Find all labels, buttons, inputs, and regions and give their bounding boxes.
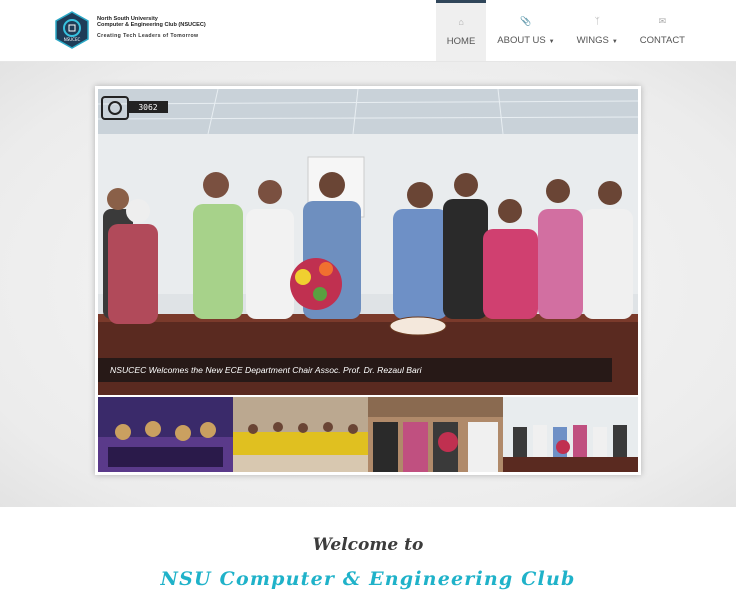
branch-icon: ᛉ bbox=[594, 15, 600, 26]
slide-image[interactable]: 3062 NSUCEC Welcomes the New ECE Departm… bbox=[98, 89, 638, 395]
logo-tagline: Creating Tech Leaders of Tomorrow bbox=[97, 33, 199, 39]
paperclip-icon: 📎 bbox=[520, 15, 532, 26]
nav-home-label: HOME bbox=[446, 36, 476, 47]
nav-about-us[interactable]: 📎 ABOUT US ▼ bbox=[486, 0, 565, 61]
caret-down-icon: ▼ bbox=[611, 38, 618, 45]
slider-thumbnail[interactable] bbox=[98, 397, 233, 472]
slider-thumbnails bbox=[98, 397, 638, 472]
nav-about-us-label: ABOUT US bbox=[497, 34, 546, 46]
slide-caption: NSUCEC Welcomes the New ECE Department C… bbox=[98, 358, 612, 382]
main-nav: ⌂ HOME 📎 ABOUT US ▼ ᛉ WINGS ▼ ✉ CONTACT bbox=[435, 0, 696, 61]
nav-contact-label: CONTACT bbox=[639, 34, 685, 46]
thumbnail-image-3 bbox=[368, 397, 503, 472]
slider-thumbnail[interactable] bbox=[233, 397, 368, 472]
nav-contact[interactable]: ✉ CONTACT bbox=[629, 0, 696, 61]
camera-badge-text: 3062 bbox=[138, 103, 157, 112]
thumbnail-image-4 bbox=[503, 397, 638, 472]
thumbnail-image-1 bbox=[98, 397, 233, 472]
welcome-heading: Welcome to bbox=[312, 535, 424, 555]
nav-wings[interactable]: ᛉ WINGS ▼ bbox=[566, 0, 629, 61]
nav-wings-label: WINGS bbox=[576, 34, 609, 46]
nsucec-logo-icon: NSUCEC bbox=[55, 11, 89, 49]
nav-home[interactable]: ⌂ HOME bbox=[435, 0, 487, 61]
home-icon: ⌂ bbox=[458, 17, 464, 27]
logo-line-2: Computer & Engineering Club (NSUCEC) bbox=[97, 22, 206, 29]
image-slider[interactable]: 3062 NSUCEC Welcomes the New ECE Departm… bbox=[95, 86, 641, 475]
logo-badge-text: NSUCEC bbox=[64, 37, 81, 42]
thumbnail-image-2 bbox=[233, 397, 368, 472]
slider-thumbnail[interactable] bbox=[368, 397, 503, 472]
slider-thumbnail[interactable] bbox=[503, 397, 638, 472]
caret-down-icon: ▼ bbox=[548, 38, 555, 45]
site-logo[interactable]: NSUCEC North South University Computer &… bbox=[53, 11, 223, 51]
envelope-icon: ✉ bbox=[658, 15, 667, 26]
site-header: NSUCEC North South University Computer &… bbox=[0, 0, 736, 62]
group-photo-illustration: 3062 bbox=[98, 89, 638, 395]
club-name-heading: NSU Computer & Engineering Club bbox=[160, 568, 576, 590]
logo-title: North South University Computer & Engine… bbox=[97, 16, 206, 29]
